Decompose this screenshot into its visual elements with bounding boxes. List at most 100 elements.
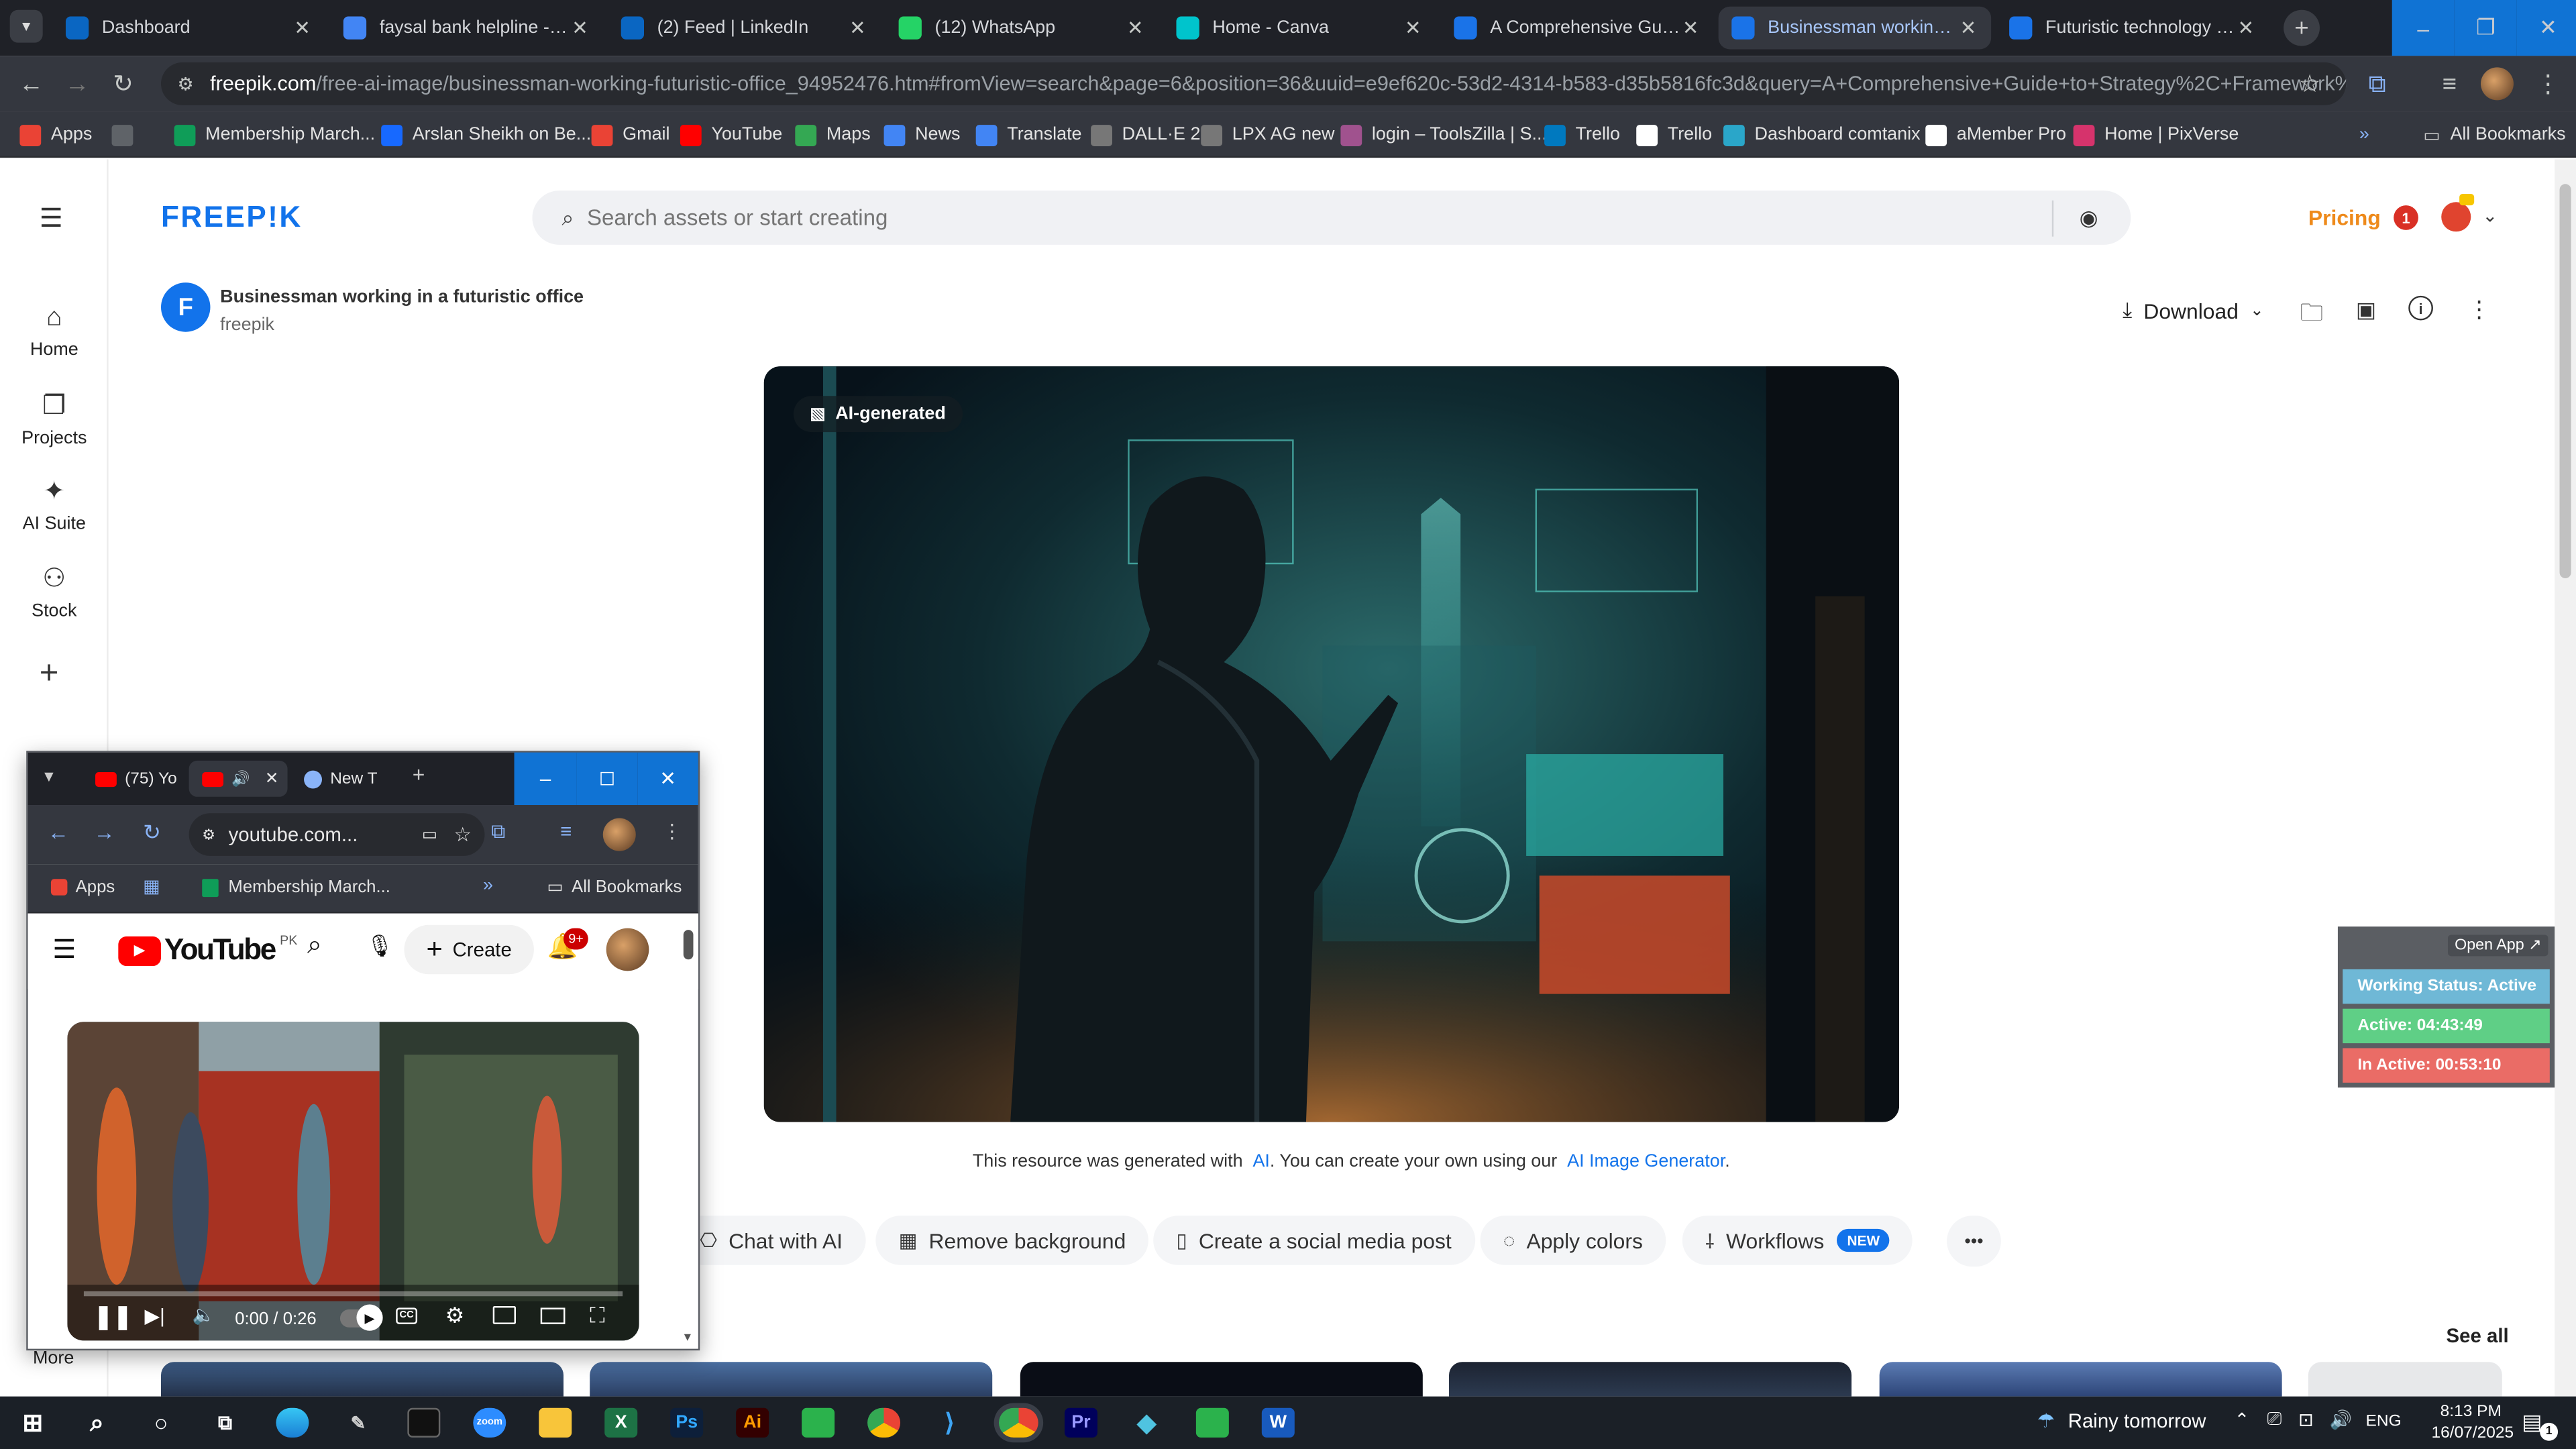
- pip-tab-3[interactable]: New T: [304, 761, 389, 797]
- close-tab-icon[interactable]: ✕: [570, 16, 590, 39]
- edge-icon[interactable]: [276, 1407, 309, 1438]
- author-avatar[interactable]: F: [161, 282, 211, 332]
- premiere-icon[interactable]: Pr: [1064, 1407, 1097, 1438]
- app-green-icon[interactable]: [802, 1407, 835, 1438]
- app-diamond-icon[interactable]: ◆: [1130, 1408, 1163, 1438]
- chrome-icon[interactable]: [867, 1407, 901, 1438]
- language-indicator[interactable]: ENG: [2366, 1413, 2402, 1431]
- volume-icon[interactable]: 🔊: [2330, 1409, 2353, 1431]
- weather-widget[interactable]: ☂ Rainy tomorrow: [2037, 1409, 2206, 1432]
- pip-menu-icon[interactable]: ⋮: [662, 820, 682, 843]
- bookmark-item[interactable]: Arslan Sheikh on Be...: [381, 121, 591, 148]
- yt-create-button[interactable]: + Create: [404, 924, 534, 975]
- search-bar[interactable]: ⌕ ◉: [532, 191, 2131, 245]
- search-icon[interactable]: ⌕: [80, 1408, 113, 1438]
- menu-kebab-icon[interactable]: ⋮: [2533, 69, 2563, 99]
- pricing-link[interactable]: Pricing: [2308, 205, 2381, 230]
- bookmark-item[interactable]: Maps: [795, 121, 871, 148]
- bookmark-item[interactable]: LPX AG new: [1201, 121, 1335, 148]
- action-chip[interactable]: ◌ Apply colors: [1480, 1216, 1666, 1265]
- pip-media-icon[interactable]: ≡: [560, 820, 572, 843]
- browser-tab[interactable]: Futuristic technology holo ✕: [1996, 7, 2269, 50]
- video-progress-bar[interactable]: [83, 1291, 623, 1297]
- maximize-button[interactable]: ❐: [2454, 0, 2517, 56]
- clock[interactable]: 8:13 PM 16/07/2025: [2432, 1401, 2514, 1444]
- pip-extensions-icon[interactable]: ⧉: [491, 820, 505, 845]
- network-icon[interactable]: ⊡: [2298, 1409, 2314, 1431]
- bookmark-item[interactable]: Dashboard comtanix: [1723, 121, 1921, 148]
- browser-tab[interactable]: Home - Canva ✕: [1163, 7, 1436, 50]
- bookmark-item[interactable]: Apps: [19, 121, 92, 148]
- pause-icon[interactable]: ❚❚: [94, 1303, 132, 1331]
- ai-image-generator-link[interactable]: AI Image Generator: [1567, 1152, 1725, 1171]
- theater-mode-icon[interactable]: [540, 1307, 566, 1324]
- browser-tab[interactable]: faysal bank helpline - Goo ✕: [330, 7, 603, 50]
- ai-link[interactable]: AI: [1252, 1152, 1269, 1171]
- action-chip[interactable]: ⸸ Workflows NEW: [1682, 1216, 1913, 1265]
- pip-tab-search[interactable]: ▾: [44, 765, 54, 787]
- star-icon[interactable]: ☆: [453, 823, 471, 846]
- bookmark-item[interactable]: Trello: [1636, 121, 1712, 148]
- pip-all-bookmarks[interactable]: ▭ All Bookmarks: [547, 877, 682, 897]
- photoshop-icon[interactable]: Ps: [670, 1407, 704, 1438]
- info-icon[interactable]: i: [2408, 295, 2433, 321]
- bookmark-item[interactable]: YouTube: [680, 121, 782, 148]
- pip-back-icon[interactable]: ←: [48, 820, 69, 845]
- browser-tab[interactable]: (2) Feed | LinkedIn ✕: [608, 7, 881, 50]
- close-tab-icon[interactable]: ✕: [1126, 16, 1145, 39]
- close-tab-icon[interactable]: ✕: [1403, 16, 1422, 39]
- action-chip[interactable]: ▦ Remove background: [875, 1216, 1149, 1265]
- pip-grid-icon[interactable]: ▦: [143, 875, 160, 897]
- tab-search-button[interactable]: ▾: [9, 9, 43, 43]
- pip-address-bar[interactable]: ⚙ youtube.com... ▭ ☆: [189, 813, 485, 856]
- bookmark-item[interactable]: Membership March...: [174, 121, 375, 148]
- minimize-button[interactable]: –: [2392, 0, 2455, 56]
- excel-icon[interactable]: X: [604, 1407, 638, 1438]
- bookmark-star-icon[interactable]: ☆: [2295, 69, 2324, 99]
- captions-icon[interactable]: CC: [396, 1307, 418, 1324]
- sidebar-item-home[interactable]: ⌂ Home: [0, 304, 109, 360]
- pip-tab-1[interactable]: (75) Yo: [87, 761, 182, 797]
- related-thumb-3[interactable]: [1020, 1362, 1423, 1397]
- word-icon[interactable]: W: [1261, 1407, 1295, 1438]
- zoom-icon[interactable]: zoom: [473, 1407, 506, 1438]
- sidebar-item-ai-suite[interactable]: ✦ AI Suite: [0, 475, 109, 534]
- bookmark-item[interactable]: DALL·E 2: [1091, 121, 1200, 148]
- pen-tool-icon[interactable]: ✎: [341, 1408, 374, 1438]
- reload-icon[interactable]: ↻: [109, 69, 138, 99]
- bookmark-item[interactable]: aMember Pro: [1925, 121, 2066, 148]
- media-control-icon[interactable]: ≡: [2434, 69, 2464, 99]
- forward-icon[interactable]: →: [62, 69, 92, 99]
- pip-minimize-button[interactable]: –: [514, 752, 577, 806]
- cast-icon[interactable]: ▭: [422, 826, 437, 844]
- related-thumb-1[interactable]: [161, 1362, 564, 1397]
- save-to-folder-icon[interactable]: 🗀: [2300, 296, 2323, 335]
- all-bookmarks-folder[interactable]: ▭ All Bookmarks: [2423, 121, 2565, 148]
- pip-bookmark-membership[interactable]: Membership March...: [202, 877, 390, 897]
- bookmarks-overflow-icon[interactable]: »: [2359, 121, 2369, 148]
- youtube-logo[interactable]: ▶ YouTube PK: [118, 933, 297, 967]
- site-info-icon[interactable]: ⚙: [202, 826, 215, 844]
- hero-image[interactable]: ▧ AI-generated: [763, 366, 1900, 1122]
- terminal-icon[interactable]: [407, 1407, 441, 1438]
- close-tab-icon[interactable]: ✕: [1958, 16, 1978, 39]
- file-explorer-icon[interactable]: [539, 1407, 572, 1438]
- browser-tab[interactable]: (12) WhatsApp ✕: [885, 7, 1159, 50]
- bookmark-item[interactable]: Gmail: [591, 121, 670, 148]
- bookmark-item[interactable]: News: [883, 121, 960, 148]
- pip-scroll-down-icon[interactable]: ▼: [682, 1332, 693, 1344]
- new-tab-button[interactable]: +: [2284, 9, 2320, 46]
- windows-start-icon[interactable]: ⊞: [16, 1408, 49, 1438]
- tray-app-icon[interactable]: ⎚: [2267, 1409, 2282, 1431]
- bookmark-item[interactable]: login – ToolsZilla | S...: [1340, 121, 1547, 148]
- yt-menu-icon[interactable]: ☰: [52, 933, 76, 966]
- search-input[interactable]: [574, 205, 2051, 230]
- browser-tab[interactable]: Businessman working in a ✕: [1718, 6, 1992, 50]
- bookmark-item[interactable]: Trello: [1544, 121, 1620, 148]
- sidebar-item-projects[interactable]: ❐ Projects: [0, 389, 109, 448]
- miniplayer-icon[interactable]: [492, 1305, 516, 1324]
- vscode-icon[interactable]: ⟩: [933, 1408, 966, 1438]
- yt-scrollbar-thumb[interactable]: [683, 930, 694, 960]
- illustrator-icon[interactable]: Ai: [736, 1407, 769, 1438]
- app-green2-icon[interactable]: [1195, 1407, 1229, 1438]
